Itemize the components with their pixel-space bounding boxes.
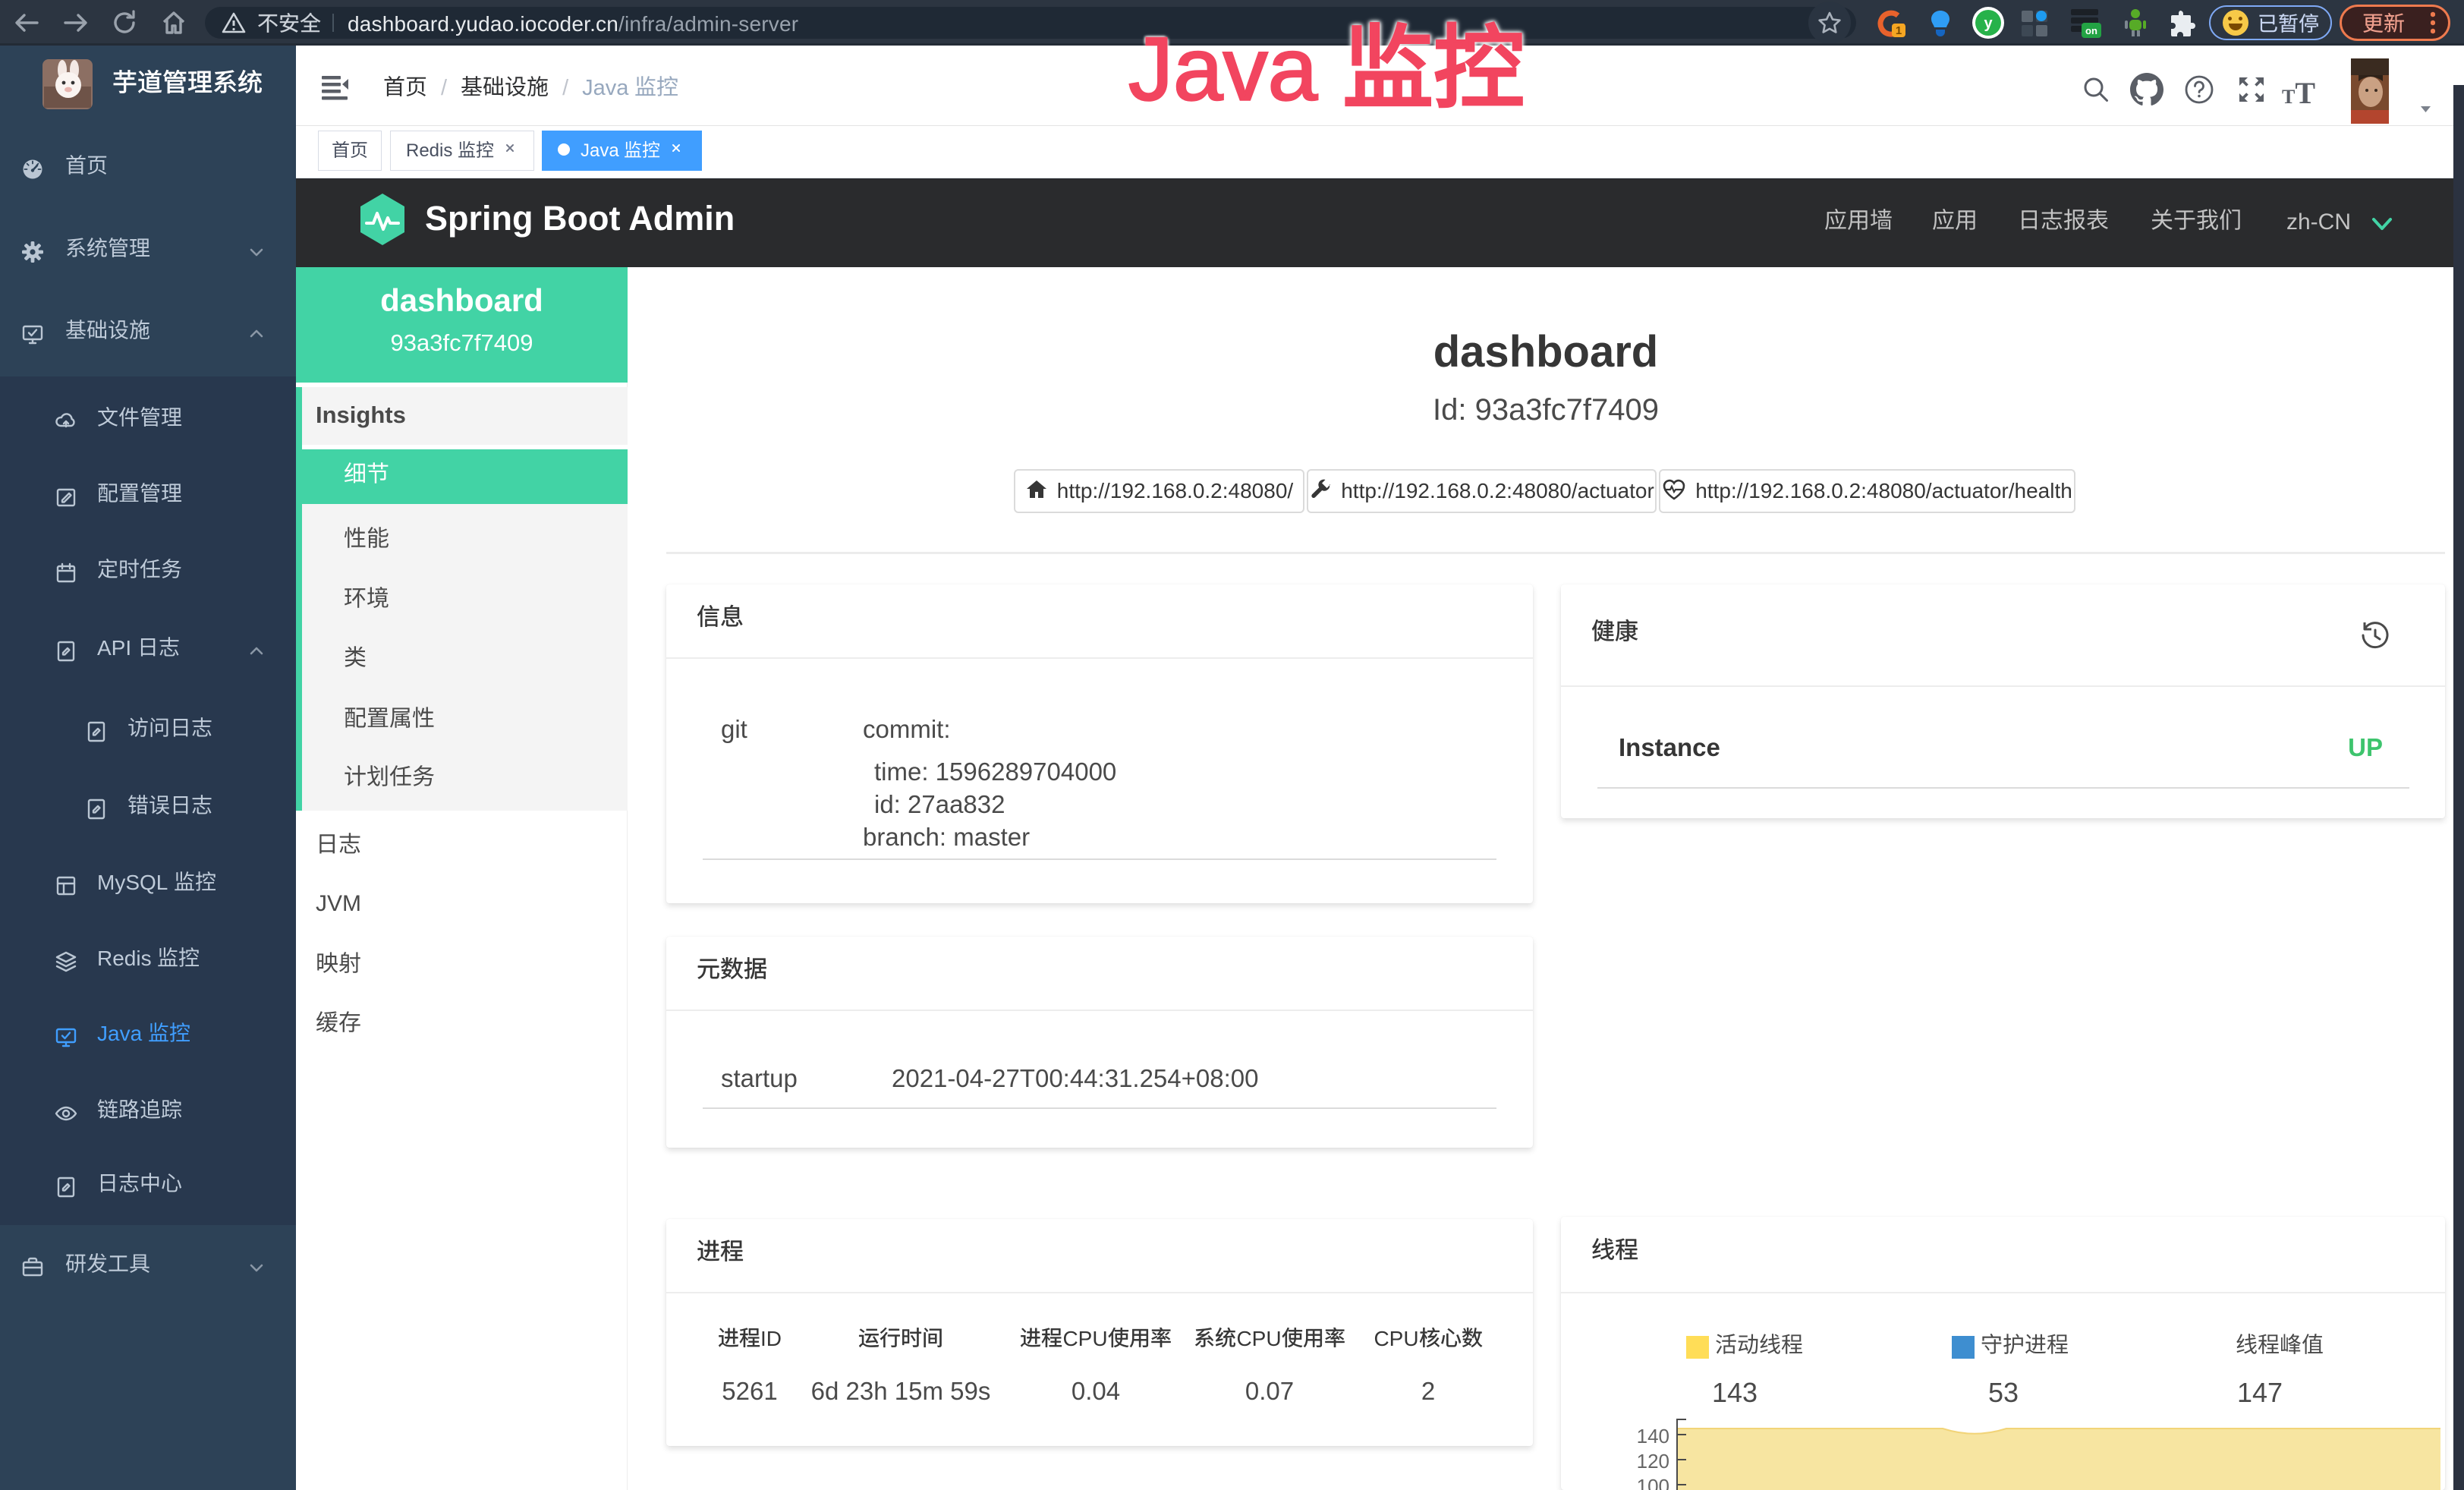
svg-text:y: y [1984,15,1993,32]
svg-text:1: 1 [1896,24,1902,37]
svg-text:on: on [2085,25,2097,36]
